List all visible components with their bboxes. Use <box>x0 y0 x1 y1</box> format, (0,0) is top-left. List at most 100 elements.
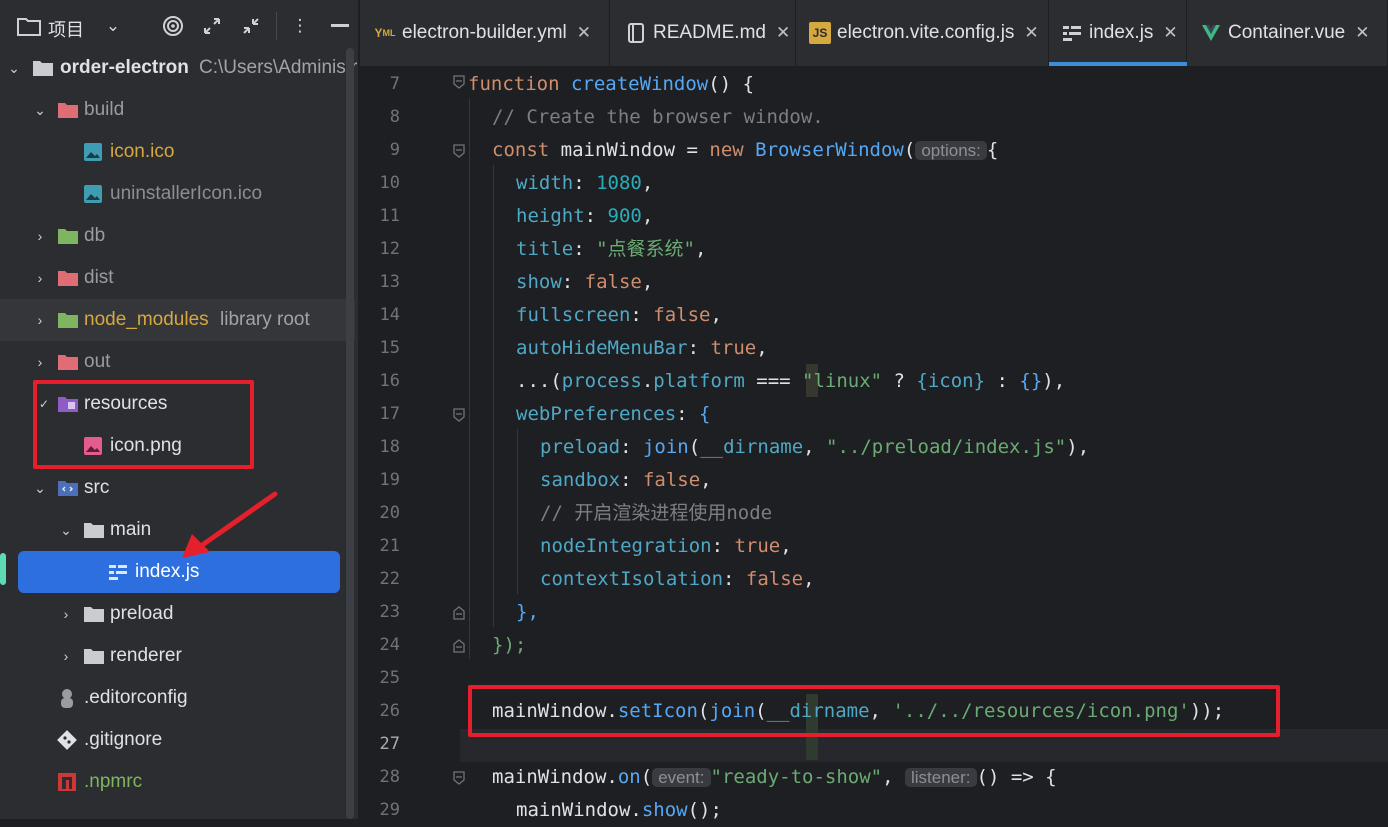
chevron-right-icon[interactable]: › <box>58 648 74 664</box>
tree-item-order-electron[interactable]: ⌄ order-electron C:\Users\Administr <box>0 47 358 89</box>
fold-icon[interactable] <box>452 144 466 158</box>
tab-electron-builder-yml[interactable]: Y ML electron-builder.yml ✕ <box>360 0 610 66</box>
fold-icon[interactable] <box>452 771 466 785</box>
more-options-icon[interactable]: ⋮ <box>287 13 313 39</box>
minimize-icon[interactable] <box>327 13 353 39</box>
tab-readme-md[interactable]: README.md ✕ <box>611 0 796 66</box>
code-line-11: height: 900, <box>516 205 654 227</box>
folder-icon <box>83 646 105 666</box>
code-line-19: sandbox: false, <box>540 469 712 491</box>
code-line-13: show: false, <box>516 271 654 293</box>
close-icon[interactable]: ✕ <box>776 23 790 43</box>
chevron-down-icon[interactable]: ⌄ <box>32 480 48 496</box>
tree-item-partial[interactable] <box>0 803 355 819</box>
tree-item-dist[interactable]: › dist <box>0 257 355 299</box>
tree-item-db[interactable]: › db <box>0 215 355 257</box>
folder-icon <box>57 352 79 372</box>
tree-item-preload[interactable]: › preload <box>0 593 355 635</box>
tree-item-npmrc[interactable]: .npmrc <box>0 761 355 803</box>
tab-electron-vite-config-js[interactable]: JS electron.vite.config.js ✕ <box>797 0 1049 66</box>
folder-icon <box>57 100 79 120</box>
tree-item-label: .editorconfig <box>84 687 188 708</box>
fold-end-icon[interactable] <box>452 639 466 653</box>
tree-item-label: uninstallerIcon.ico <box>110 183 263 204</box>
code-line-8: // Create the browser window. <box>492 106 824 128</box>
tree-item-label: dist <box>84 267 114 288</box>
highlight-box-resources <box>33 380 254 469</box>
tree-item-label: .npmrc <box>84 771 143 792</box>
fold-end-icon[interactable] <box>452 606 466 620</box>
project-scrollbar[interactable] <box>346 48 354 819</box>
chevron-right-icon[interactable]: › <box>58 606 74 622</box>
code-line-17: webPreferences: { <box>516 403 711 425</box>
tab-label: Container.vue <box>1228 22 1346 43</box>
code-line-10: width: 1080, <box>516 172 654 194</box>
chevron-down-icon[interactable]: ⌄ <box>32 102 48 118</box>
tree-item-renderer[interactable]: › renderer <box>0 635 355 677</box>
tree-item-uninstaller-icon[interactable]: uninstallerIcon.ico <box>0 173 355 215</box>
inlay-hint: options: <box>915 141 987 160</box>
npm-icon <box>57 772 79 792</box>
git-icon <box>57 730 79 750</box>
code-line-16: ...(process.platform === "linux" ? {icon… <box>516 370 1066 392</box>
code-line-7: function createWindow() { <box>468 73 755 95</box>
highlight-box-seticon <box>468 685 1280 737</box>
inlay-hint: event: <box>652 768 711 787</box>
tree-item-editorconfig[interactable]: .editorconfig <box>0 677 355 719</box>
tree-item-label: out <box>84 351 111 372</box>
js-icon: JS <box>809 22 831 44</box>
tree-item-icon-ico[interactable]: icon.ico <box>0 131 355 173</box>
editor-area: Y ML electron-builder.yml ✕ README.md ✕ J… <box>360 0 1388 821</box>
code-line-29: mainWindow.show(); <box>516 799 722 821</box>
markdown-icon <box>625 22 647 44</box>
fold-icon[interactable] <box>452 408 466 422</box>
chevron-right-icon[interactable]: › <box>32 312 48 328</box>
tree-item-label: main <box>110 519 152 540</box>
chevron-down-icon[interactable]: ⌄ <box>58 522 74 538</box>
close-icon[interactable]: ✕ <box>1024 23 1038 43</box>
chevron-down-icon[interactable]: ⌄ <box>6 60 22 76</box>
code-line-15: autoHideMenuBar: true, <box>516 337 768 359</box>
code-line-14: fullscreen: false, <box>516 304 722 326</box>
fold-icon[interactable] <box>452 75 466 89</box>
tree-item-path: C:\Users\Administr <box>199 57 358 78</box>
tree-item-node-modules[interactable]: › node_modules library root <box>0 299 355 341</box>
close-icon[interactable]: ✕ <box>577 23 591 43</box>
code-line-21: nodeIntegration: true, <box>540 535 792 557</box>
folder-icon <box>83 604 105 624</box>
collapse-all-icon[interactable] <box>238 13 264 39</box>
expand-all-icon[interactable] <box>199 13 225 39</box>
inlay-hint: listener: <box>904 768 977 787</box>
tree-item-out[interactable]: › out <box>0 341 355 383</box>
source-folder-icon <box>57 478 79 498</box>
tab-container-vue[interactable]: Container.vue ✕ <box>1188 0 1388 66</box>
code-line-20: // 开启渲染进程使用node <box>540 502 773 524</box>
tree-item-note: library root <box>220 309 310 330</box>
close-icon[interactable]: ✕ <box>1163 23 1177 43</box>
tree-item-label: node_modules <box>84 309 209 330</box>
image-file-icon <box>83 142 105 162</box>
tree-item-label: preload <box>110 603 174 624</box>
project-view-title[interactable]: 项目 <box>48 16 84 42</box>
tab-label: electron.vite.config.js <box>837 22 1015 43</box>
selection-marker <box>0 553 6 585</box>
tree-item-build[interactable]: ⌄ build <box>0 89 355 131</box>
tree-item-gitignore[interactable]: .gitignore <box>0 719 355 761</box>
code-line-28: mainWindow.on(event: "ready-to-show", lis… <box>492 766 1057 788</box>
editorconfig-icon <box>57 688 79 708</box>
editor-tabs: Y ML electron-builder.yml ✕ README.md ✕ J… <box>360 0 1388 67</box>
project-panel-header: 项目 ⌄ ⋮ <box>0 0 358 52</box>
chevron-right-icon[interactable]: › <box>32 270 48 286</box>
tab-label: electron-builder.yml <box>402 22 567 43</box>
tree-item-label: renderer <box>110 645 182 666</box>
yaml-icon: Y ML <box>374 26 396 40</box>
divider <box>276 12 277 40</box>
chevron-down-icon[interactable]: ⌄ <box>100 13 126 39</box>
code-line-22: contextIsolation: false, <box>540 568 815 590</box>
tab-index-js[interactable]: index.js ✕ <box>1049 0 1187 66</box>
indent-guide <box>517 429 518 594</box>
close-icon[interactable]: ✕ <box>1355 23 1369 43</box>
chevron-right-icon[interactable]: › <box>32 228 48 244</box>
target-icon[interactable] <box>160 13 186 39</box>
chevron-right-icon[interactable]: › <box>32 354 48 370</box>
